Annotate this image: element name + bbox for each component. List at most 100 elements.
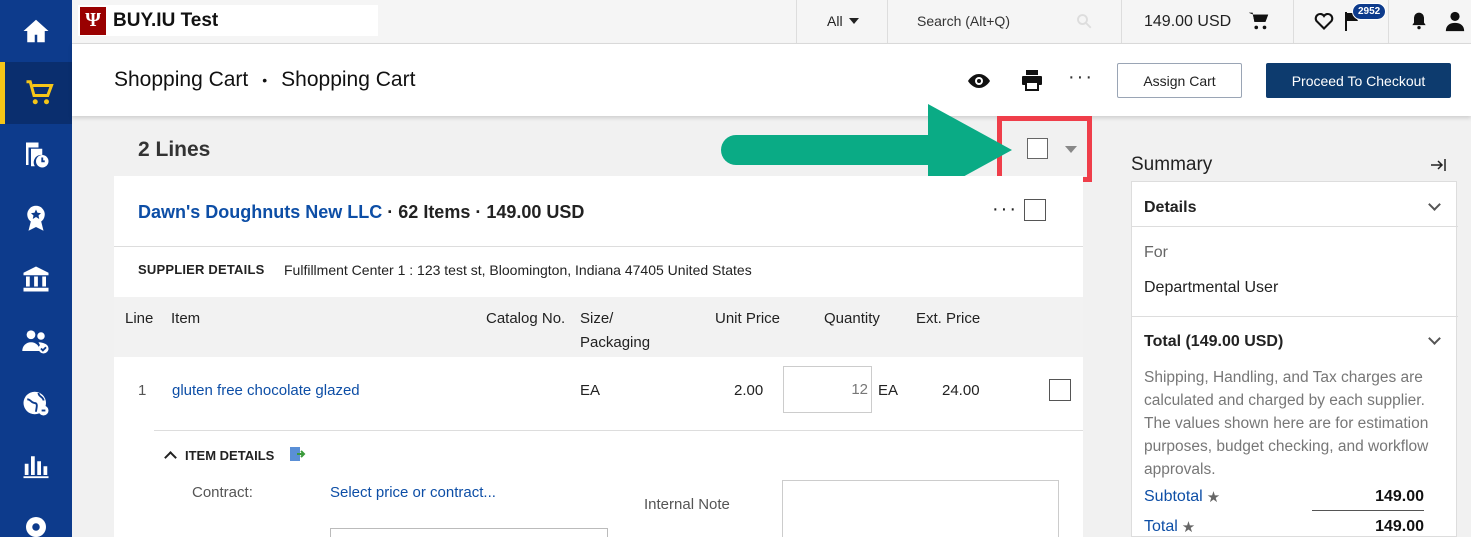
column-header-ext-price: Ext. Price — [916, 310, 981, 327]
contract-input[interactable] — [330, 528, 608, 537]
sidebar-item-home[interactable] — [0, 0, 72, 62]
notification-badge: 2952 — [1352, 3, 1387, 20]
documents-clock-icon — [26, 142, 49, 168]
breadcrumb-separator: • — [262, 72, 268, 88]
chevron-down-icon[interactable] — [1428, 198, 1441, 211]
sidebar-item-bank[interactable] — [0, 248, 72, 310]
total-value: 149.00 — [1375, 518, 1424, 535]
item-details-label: ITEM DETAILS — [185, 447, 275, 463]
app-title: BUY.IU Test — [113, 9, 219, 31]
supplier-card: Dawn's Doughnuts New LLC · 62 Items · 14… — [114, 176, 1083, 537]
globe-icon — [23, 391, 49, 416]
supplier-total: · 149.00 USD — [475, 202, 585, 222]
divider — [1388, 0, 1389, 44]
print-icon[interactable] — [1020, 68, 1044, 92]
row-unit-price: 2.00 — [734, 382, 764, 399]
table-header: Line Item Catalog No. Size/ Packaging Un… — [114, 297, 1083, 357]
column-header-catalog: Catalog No. — [486, 310, 566, 327]
divider — [1132, 316, 1458, 317]
sidebar-item-users[interactable] — [0, 310, 72, 372]
app-logo[interactable]: Ψ BUY.IU Test — [78, 5, 378, 36]
column-header-size-label: Size/ — [580, 310, 614, 327]
total-label: Total — [1144, 518, 1178, 535]
divider — [887, 0, 888, 44]
search-input[interactable]: Search (Alt+Q) — [917, 13, 1010, 29]
supplier-item-count: · 62 Items — [387, 202, 471, 222]
for-value: Departmental User — [1144, 279, 1279, 296]
sidebar-item-cart[interactable] — [0, 62, 72, 124]
sidebar-item-settings[interactable] — [0, 496, 72, 537]
document-arrow-icon[interactable] — [288, 446, 306, 464]
column-header-unit-price: Unit Price — [715, 310, 781, 327]
more-actions-icon[interactable]: ··· — [1068, 66, 1094, 89]
divider — [1293, 0, 1294, 44]
cart-icon[interactable] — [1248, 10, 1270, 32]
details-header[interactable]: Details — [1144, 199, 1196, 217]
breadcrumb: Shopping Cart • Shopping Cart — [114, 68, 415, 92]
row-ext-price: 24.00 — [942, 382, 980, 399]
row-size: EA — [580, 382, 601, 399]
row-checkbox[interactable] — [1049, 379, 1071, 401]
eye-icon[interactable] — [967, 69, 991, 93]
supplier-details-value: Fulfillment Center 1 : 123 test st, Bloo… — [284, 262, 752, 278]
supplier-name-link[interactable]: Dawn's Doughnuts New LLC — [138, 202, 382, 222]
for-label: For — [1144, 244, 1168, 261]
internal-note-label: Internal Note — [644, 496, 730, 513]
bank-icon — [23, 266, 49, 292]
heart-icon[interactable] — [1314, 11, 1334, 31]
total-link[interactable]: Total ★ — [1144, 518, 1195, 536]
item-details-toggle[interactable]: ITEM DETAILS — [164, 446, 306, 464]
total-header[interactable]: Total (149.00 USD) — [1144, 333, 1283, 351]
star-icon: ★ — [1181, 519, 1196, 536]
assign-cart-button[interactable]: Assign Cart — [1117, 63, 1242, 98]
divider — [1121, 0, 1122, 44]
quantity-input[interactable]: 12 — [783, 366, 872, 413]
summary-title: Summary — [1131, 154, 1213, 175]
sidebar — [0, 0, 72, 537]
column-header-item: Item — [171, 310, 201, 327]
chevron-up-icon — [164, 450, 177, 464]
page-title: Shopping Cart — [281, 68, 416, 91]
sidebar-item-globe[interactable] — [0, 372, 72, 434]
sidebar-item-awards[interactable] — [0, 186, 72, 248]
users-icon — [22, 330, 49, 354]
iu-trident-icon: Ψ — [80, 6, 106, 35]
chevron-down-icon[interactable] — [1428, 332, 1441, 345]
collapse-panel-icon[interactable] — [1428, 155, 1448, 175]
caret-down-icon — [848, 18, 859, 24]
divider — [1132, 226, 1458, 227]
tax-note: Shipping, Handling, and Tax charges are … — [1144, 369, 1429, 478]
subtotal-label: Subtotal — [1144, 488, 1203, 505]
bar-chart-icon — [23, 456, 49, 479]
column-header-size: Size/ Packaging — [580, 307, 650, 355]
contract-label: Contract: — [192, 484, 253, 501]
supplier-more-icon[interactable]: ··· — [992, 198, 1018, 221]
divider — [1312, 510, 1424, 511]
cart-total[interactable]: 149.00 USD — [1144, 13, 1231, 31]
home-icon — [23, 19, 49, 43]
breadcrumb-item[interactable]: Shopping Cart — [114, 68, 248, 92]
summary-panel: Details For Departmental User Total (149… — [1131, 181, 1458, 537]
cart-icon — [26, 80, 54, 105]
column-header-packaging-label: Packaging — [580, 334, 651, 351]
award-icon — [27, 205, 45, 231]
divider — [114, 246, 1083, 247]
top-bar: Ψ BUY.IU Test All Search (Alt+Q) 149.00 … — [72, 0, 1471, 44]
bell-icon[interactable] — [1409, 10, 1429, 32]
subtotal-value: 149.00 — [1375, 488, 1424, 505]
sidebar-item-documents[interactable] — [0, 124, 72, 186]
divider — [796, 0, 797, 44]
proceed-to-checkout-button[interactable]: Proceed To Checkout — [1266, 63, 1451, 98]
column-header-quantity: Quantity — [824, 310, 880, 327]
lines-count: 2 Lines — [138, 138, 211, 161]
sidebar-item-reports[interactable] — [0, 434, 72, 496]
subtotal-link[interactable]: Subtotal ★ — [1144, 488, 1220, 506]
item-name-link[interactable]: gluten free chocolate glazed — [172, 382, 360, 399]
user-icon[interactable] — [1444, 10, 1466, 32]
search-icon[interactable] — [1075, 12, 1093, 30]
search-scope-dropdown[interactable]: All — [827, 13, 859, 29]
select-contract-link[interactable]: Select price or contract... — [330, 484, 496, 501]
internal-note-textarea[interactable] — [782, 480, 1059, 537]
supplier-checkbox[interactable] — [1024, 199, 1046, 221]
gear-icon — [26, 517, 46, 537]
